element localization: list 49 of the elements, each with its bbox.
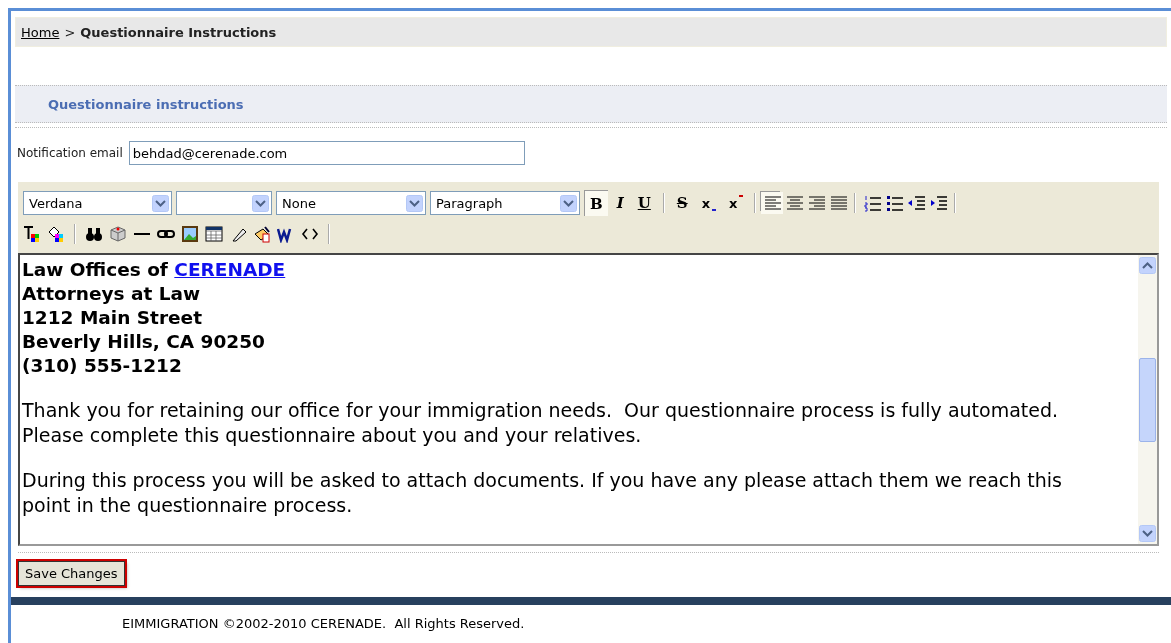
strikethrough-button[interactable]: S [671, 190, 693, 216]
field-label: Notification email [17, 146, 123, 160]
superscript-button[interactable]: x [724, 190, 748, 216]
scroll-down-icon[interactable] [1139, 525, 1156, 542]
editor-area[interactable] [18, 253, 1159, 546]
table-icon[interactable] [205, 225, 223, 243]
paragraph: Thank you for retaining our office for your immigration needs. Our questionnaire process is fully automated. Please complete this questionnaire about you and your relatives. [22, 398, 1060, 448]
address-line: 1212 Main Street [22, 307, 202, 328]
dropdown[interactable]: Verdana [23, 191, 172, 215]
save-button[interactable]: Save Changes [18, 561, 125, 586]
outdent-icon[interactable] [907, 194, 926, 212]
address-line: Beverly Hills, CA 90250 [22, 331, 265, 352]
dropdown[interactable]: None [276, 191, 426, 215]
underline-button[interactable]: U [632, 190, 656, 216]
cube-icon[interactable] [109, 225, 127, 243]
address-line: Law Offices of [22, 259, 169, 280]
binoculars-icon[interactable] [85, 225, 103, 243]
align-center-icon[interactable] [785, 194, 804, 212]
dropdown-value: Verdana [29, 195, 83, 211]
justify-icon[interactable] [829, 194, 848, 212]
home-link[interactable]: Home [21, 24, 60, 40]
indent-icon[interactable] [929, 194, 948, 212]
address-line: Attorneys at Law [22, 283, 201, 304]
dropdown[interactable]: Paragraph [430, 191, 580, 215]
section-title: Questionnaire instructions [48, 96, 244, 112]
text-color-icon[interactable] [23, 225, 41, 243]
scroll-up-icon[interactable] [1139, 257, 1156, 274]
copyright-text: EIMMIGRATION ©2002-2010 CERENADE. All Rights Reserved. [122, 616, 525, 631]
scrollbar[interactable] [1138, 255, 1157, 544]
scroll-thumb[interactable] [1139, 357, 1156, 442]
website-link[interactable]: CERENADE [174, 259, 286, 280]
align-left-icon[interactable] [763, 194, 782, 212]
dropdown[interactable] [176, 191, 272, 215]
image-icon[interactable] [181, 225, 199, 243]
breadcrumb-current: Questionnaire Instructions [80, 24, 277, 40]
breadcrumb-separator: > [64, 24, 76, 40]
paragraph: During this process you will be asked to attach documents. If you have any please attach them we reach this point in the questionnaire process. [22, 468, 1063, 518]
italic-button[interactable]: I [611, 190, 629, 216]
email-field[interactable]: behdad@cerenade.com [128, 141, 525, 165]
dropdown-value: Paragraph [436, 195, 503, 211]
align-right-icon[interactable] [807, 194, 826, 212]
dropdown-value: None [282, 195, 316, 211]
subscript-button[interactable]: x [696, 190, 721, 216]
numbered-list-icon[interactable] [863, 194, 882, 212]
bold-button[interactable]: B [584, 190, 608, 216]
clipboard-icon[interactable] [253, 225, 271, 243]
paint-bucket-icon[interactable] [47, 225, 65, 243]
bullet-list-icon[interactable] [885, 194, 904, 212]
address-line: (310) 555-1212 [22, 355, 182, 376]
